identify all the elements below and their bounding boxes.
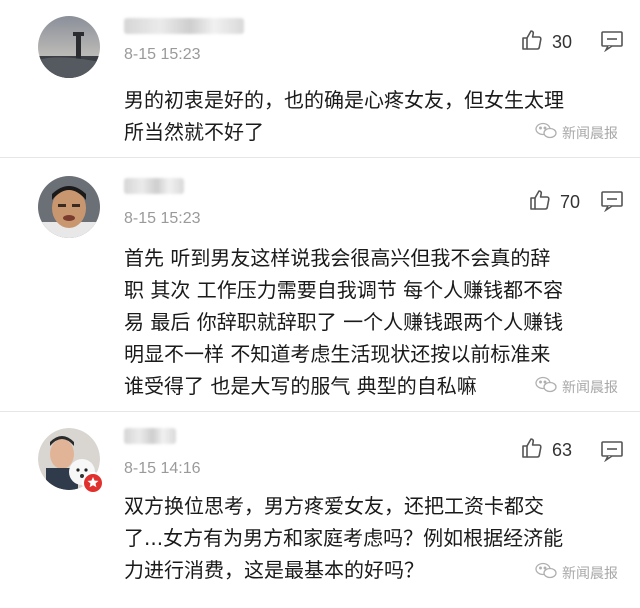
comment-item: 8-15 14:16 63 双方换位思考，男方疼爱女友，还把工资卡都交 了...… (0, 412, 640, 608)
watermark: 新闻晨报 (535, 122, 618, 144)
thumbs-up-icon (520, 436, 544, 465)
comment-date: 8-15 15:23 (124, 46, 201, 63)
comment-bubble-icon[interactable] (600, 30, 624, 56)
watermark-text: 新闻晨报 (562, 566, 618, 582)
watermark: 新闻晨报 (535, 562, 618, 584)
watermark: 新闻晨报 (535, 376, 618, 398)
avatar[interactable] (38, 428, 104, 494)
wechat-logo-icon (535, 562, 557, 584)
comment-line: 男的初衷是好的，也的确是心疼女友，但女生太理 (124, 88, 564, 112)
comment-line: 明显不一样 不知道考虑生活现状还按以前标准来 (124, 342, 551, 366)
avatar[interactable] (38, 16, 100, 78)
comment-item: 8-15 15:23 70 首先 听到男友这样说我会很高兴但我不会真的辞 职 其… (0, 158, 640, 412)
username-blurred[interactable] (124, 178, 184, 194)
like-button[interactable]: 30 (520, 28, 572, 57)
like-count: 30 (552, 32, 573, 52)
thumbs-up-icon (528, 188, 552, 217)
like-count: 70 (560, 192, 581, 212)
comment-line: 了...女方有为男方和家庭考虑吗？例如根据经济能 (124, 526, 564, 550)
watermark-text: 新闻晨报 (562, 126, 618, 142)
watermark-text: 新闻晨报 (562, 380, 618, 396)
wechat-logo-icon (535, 122, 557, 144)
username-blurred[interactable] (124, 428, 176, 444)
avatar[interactable] (38, 176, 100, 238)
like-button[interactable]: 63 (520, 436, 572, 465)
comment-line: 首先 听到男友这样说我会很高兴但我不会真的辞 (124, 246, 551, 270)
username-blurred[interactable] (124, 18, 244, 34)
comment-bubble-icon[interactable] (600, 190, 624, 216)
comment-bubble-icon[interactable] (600, 440, 624, 466)
verified-badge-icon (82, 472, 104, 494)
like-button[interactable]: 70 (528, 188, 580, 217)
comment-line: 职 其次 工作压力需要自我调节 每个人赚钱都不容 (124, 278, 564, 302)
comment-line: 双方换位思考，男方疼爱女友，还把工资卡都交 (124, 494, 544, 518)
comment-date: 8-15 14:16 (124, 460, 201, 477)
thumbs-up-icon (520, 28, 544, 57)
wechat-logo-icon (535, 376, 557, 398)
comment-item: 8-15 15:23 30 男的初衷是好的，也的确是心疼女友，但女生太理 所当然… (0, 0, 640, 158)
like-count: 63 (552, 440, 573, 460)
comment-line: 易 最后 你辞职就辞职了 一个人赚钱跟两个人赚钱 (124, 310, 564, 334)
comment-date: 8-15 15:23 (124, 210, 201, 227)
